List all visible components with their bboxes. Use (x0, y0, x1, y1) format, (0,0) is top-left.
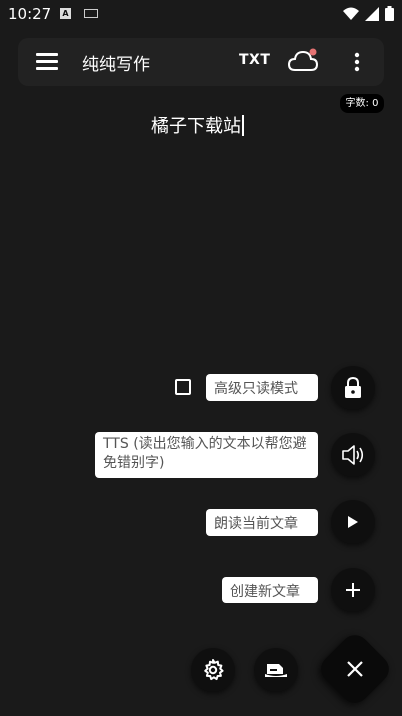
tts-speaker-button[interactable] (331, 433, 375, 477)
play-icon (348, 516, 358, 528)
lock-icon (345, 377, 361, 398)
editor-text: 橘子下载站 (151, 116, 241, 137)
wifi-icon (343, 7, 359, 20)
tts-label[interactable]: TTS (读出您输入的文本以帮您避免错别字) (95, 432, 318, 478)
keyboard-icon (84, 9, 98, 18)
readonly-lock-button[interactable] (331, 366, 375, 410)
settings-button[interactable] (191, 648, 235, 692)
notification-a-icon: A (60, 8, 71, 19)
new-article-label[interactable]: 创建新文章 (222, 577, 318, 603)
text-caret (242, 115, 244, 136)
theme-button[interactable] (254, 648, 298, 692)
sandbox-icon (265, 664, 287, 677)
cloud-badge (309, 48, 317, 56)
editor-area[interactable]: 橘子下载站 (151, 112, 244, 138)
signal-icon (365, 6, 379, 21)
read-current-label[interactable]: 朗读当前文章 (206, 509, 318, 536)
readonly-mode-label[interactable]: 高级只读模式 (206, 374, 318, 401)
gear-icon (204, 659, 224, 681)
cloud-sync-icon[interactable] (288, 48, 318, 74)
txt-export-button[interactable]: TXT (239, 52, 270, 68)
new-article-button[interactable] (331, 568, 375, 612)
top-toolbar: 纯纯写作 TXT (18, 38, 384, 86)
status-time: 10:27 (8, 5, 52, 23)
word-count-badge: 字数: 0 (340, 94, 384, 113)
hamburger-menu-icon[interactable] (36, 53, 58, 71)
readonly-checkbox[interactable] (175, 379, 191, 395)
more-vert-icon[interactable] (350, 50, 364, 74)
plus-icon (346, 583, 360, 597)
status-icons (343, 6, 394, 21)
battery-icon (385, 6, 394, 21)
close-menu-button[interactable] (315, 629, 395, 709)
play-button[interactable] (331, 500, 375, 544)
app-title: 纯纯写作 (82, 55, 150, 75)
speaker-icon (342, 445, 364, 465)
status-bar: 10:27 A (0, 0, 402, 28)
